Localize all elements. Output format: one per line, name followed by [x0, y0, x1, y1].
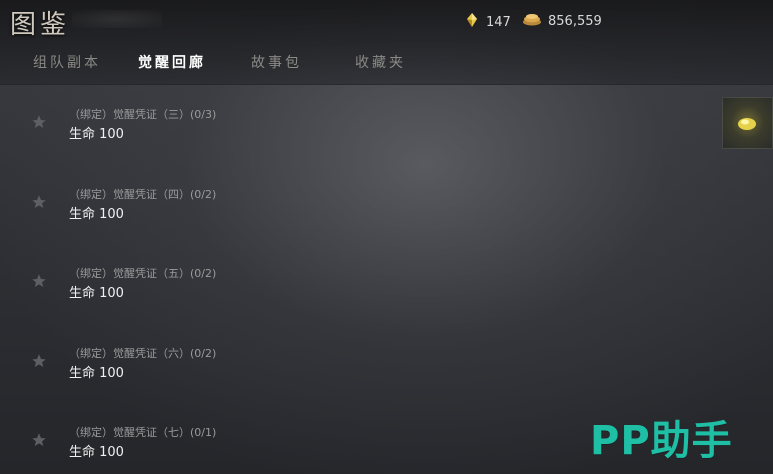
tab-bar: 组队副本 觉醒回廊 故事包 收藏夹 — [0, 52, 773, 76]
coin-count: 856,559 — [548, 13, 602, 29]
currency-coins: 856,559 — [522, 12, 602, 30]
tab-awakening-corridor[interactable]: 觉醒回廊 — [138, 52, 206, 72]
diamond-count: 147 — [486, 14, 511, 30]
item-title: （绑定）觉醒凭证（六）(0/2) — [69, 347, 217, 360]
watermark-logo: PP助手 — [590, 418, 733, 464]
item-title: （绑定）觉醒凭证（七）(0/1) — [69, 426, 217, 439]
list-item[interactable]: （绑定）觉醒凭证（三）(0/3) 生命 100 — [0, 84, 700, 154]
item-attribute: 生命 100 — [69, 366, 124, 381]
list-item[interactable]: （绑定）觉醒凭证（四）(0/2) 生命 100 — [0, 164, 700, 234]
item-attribute: 生命 100 — [69, 207, 124, 222]
item-title: （绑定）觉醒凭证（五）(0/2) — [69, 267, 217, 280]
item-title: （绑定）觉醒凭证（三）(0/3) — [69, 108, 217, 121]
favorite-star-icon[interactable] — [31, 432, 47, 448]
list-item[interactable]: （绑定）觉醒凭证（六）(0/2) 生命 100 — [0, 323, 700, 393]
gold-item-icon — [723, 118, 772, 152]
item-attribute: 生命 100 — [69, 445, 124, 460]
favorite-star-icon[interactable] — [31, 273, 47, 289]
tab-favorites[interactable]: 收藏夹 — [355, 52, 406, 72]
tab-team-dungeon[interactable]: 组队副本 — [33, 52, 101, 72]
currency-diamond: 147 — [464, 12, 511, 32]
page-title: 图鉴 — [10, 10, 71, 40]
favorite-star-icon[interactable] — [31, 114, 47, 130]
item-attribute: 生命 100 — [69, 286, 124, 301]
favorite-star-icon[interactable] — [31, 194, 47, 210]
list-item[interactable]: （绑定）觉醒凭证（五）(0/2) 生命 100 — [0, 243, 700, 313]
tab-story-pack[interactable]: 故事包 — [251, 52, 302, 72]
coin-pile-icon — [522, 12, 542, 30]
item-title: （绑定）觉醒凭证（四）(0/2) — [69, 188, 217, 201]
title-decoration — [72, 10, 162, 28]
header-bar: 图鉴 147 856,559 组队副本 觉醒回廊 故事包 收藏夹 — [0, 0, 773, 85]
item-thumbnail[interactable] — [722, 97, 773, 149]
favorite-star-icon[interactable] — [31, 353, 47, 369]
diamond-icon — [464, 12, 480, 32]
item-attribute: 生命 100 — [69, 127, 124, 142]
